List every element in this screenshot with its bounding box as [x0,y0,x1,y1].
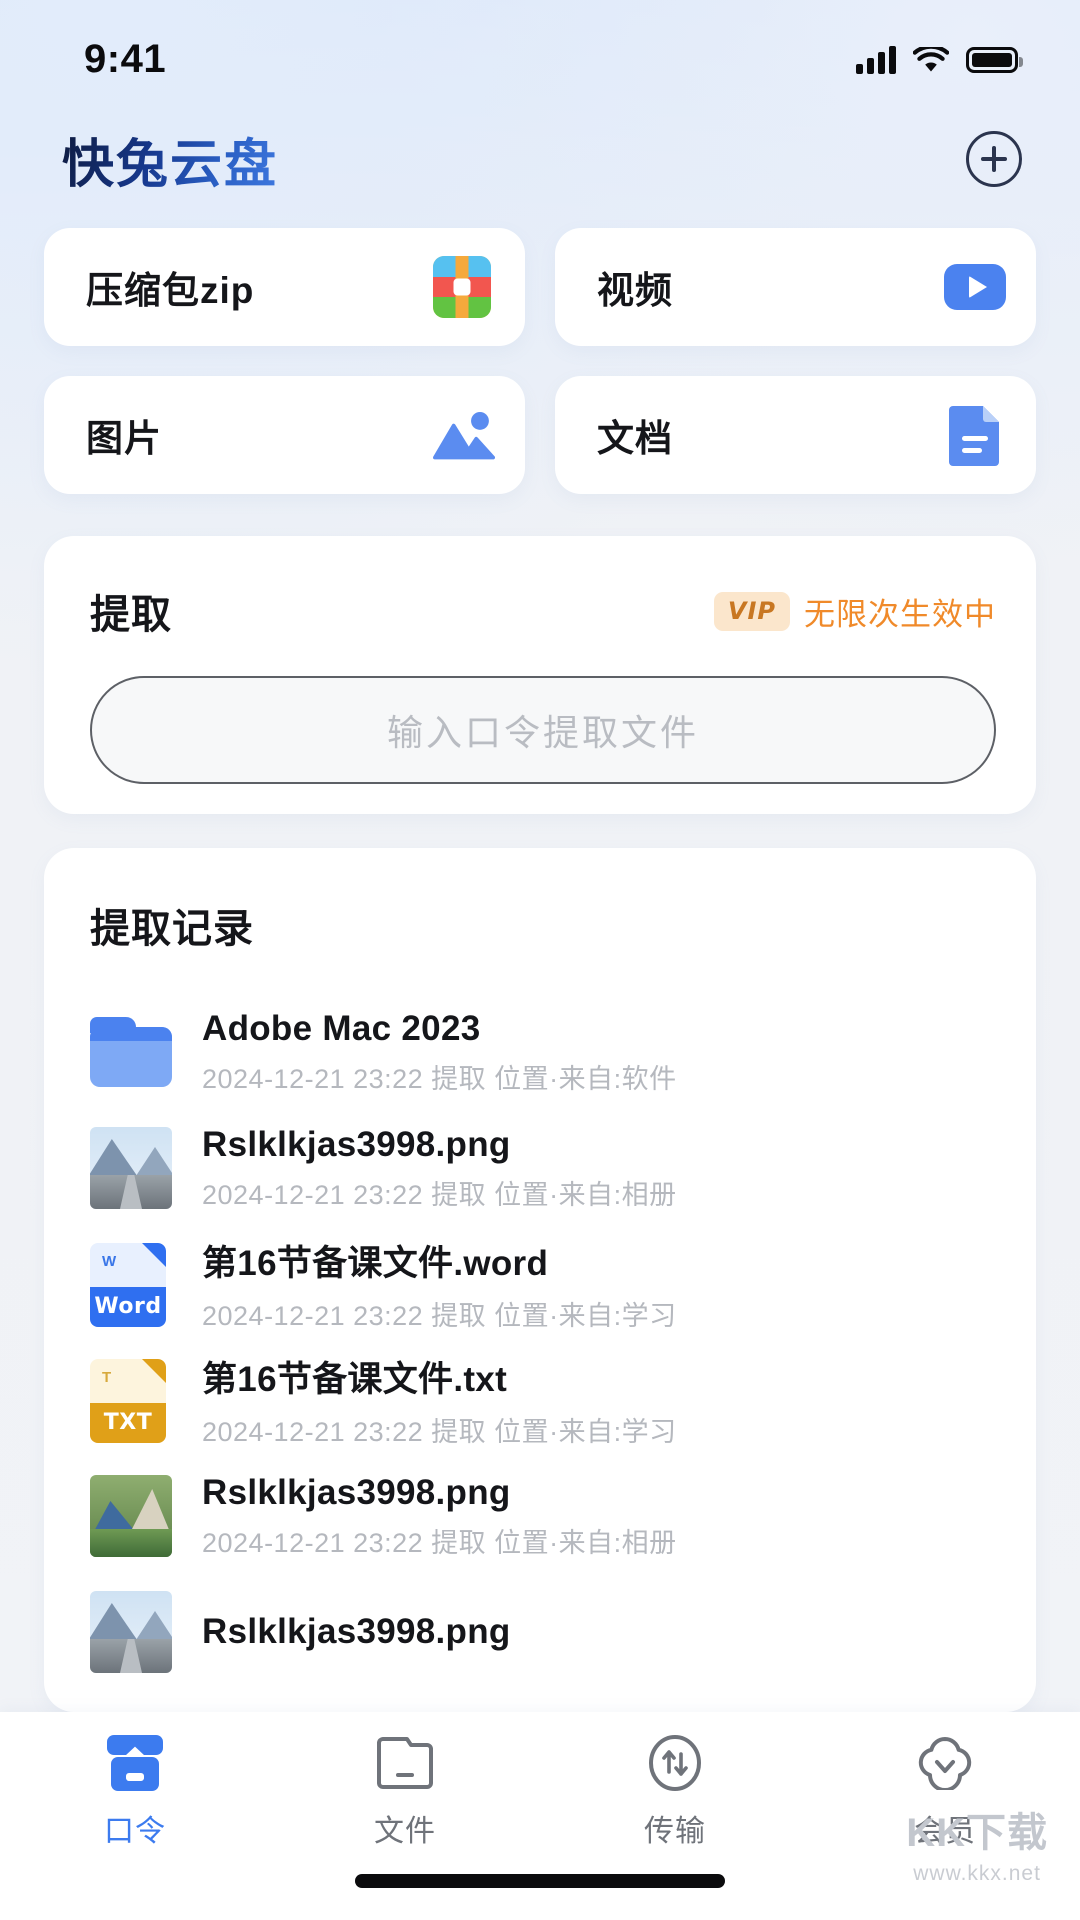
category-card-video[interactable]: 视频 [555,228,1036,346]
txt-file-icon: T TXT [90,1359,172,1443]
vip-status[interactable]: VIP 无限次生效中 [713,589,996,634]
tab-password[interactable]: 口令 [0,1734,270,1850]
battery-icon [966,47,1023,73]
list-item[interactable]: T TXT 第16节备课文件.txt 2024-12-21 23:22 提取 位… [90,1342,996,1458]
photo-thumbnail [90,1127,172,1209]
txt-mark: T [102,1369,112,1386]
word-mark: W [102,1253,117,1270]
word-file-icon: W Word [90,1243,172,1327]
list-item[interactable]: Rslklkjas3998.png 2024-12-21 23:22 提取 位置… [90,1458,996,1574]
records-card: 提取记录 Adobe Mac 2023 2024-12-21 23:22 提取 … [44,848,1036,1712]
image-picture-icon [433,404,495,466]
list-item[interactable]: Rslklkjas3998.png 2024-12-21 23:22 提取 位置… [90,1110,996,1226]
token-input[interactable]: 输入口令提取文件 [90,676,996,784]
record-meta: 2024-12-21 23:22 提取 位置·来自:学习 [202,1417,677,1447]
category-card-zip[interactable]: 压缩包zip [44,228,525,346]
plus-circle-icon[interactable] [966,131,1022,187]
category-card-document[interactable]: 文档 [555,376,1036,494]
home-indicator [355,1874,725,1888]
extract-title: 提取 [90,593,172,637]
record-meta: 2024-12-21 23:22 提取 位置·来自:相册 [202,1527,677,1558]
phone-screen: 9:41 快兔云盘 压缩包zip 视频 图片 文档 提取 VIP 无限次生效中 … [0,0,1080,1920]
status-bar: 9:41 [0,0,1080,110]
wifi-icon [913,46,949,74]
record-name: 第16节备课文件.txt [202,1360,508,1399]
category-grid: 压缩包zip 视频 图片 文档 [44,228,1036,494]
list-item[interactable]: Adobe Mac 2023 2024-12-21 23:22 提取 位置·来自… [90,994,996,1110]
tab-transfer[interactable]: 传输 [540,1734,810,1850]
record-name: Rslklkjas3998.png [202,1612,511,1651]
status-time: 9:41 [84,36,167,81]
tab-label: 口令 [104,1815,166,1848]
txt-badge-label: TXT [103,1410,153,1436]
video-play-icon [944,256,1006,318]
zip-archive-icon [433,256,495,318]
vip-status-text: 无限次生效中 [804,596,996,632]
records-list[interactable]: Adobe Mac 2023 2024-12-21 23:22 提取 位置·来自… [90,994,996,1690]
category-label: 压缩包zip [86,270,255,311]
app-header: 快兔云盘 [0,110,1080,208]
status-badge: VIP [713,591,790,631]
category-label: 视频 [597,270,673,311]
record-name: Rslklkjas3998.png [202,1472,511,1512]
category-label: 文档 [597,418,673,459]
transfer-arrows-icon [644,1734,706,1792]
status-indicators [856,46,1023,74]
category-card-image[interactable]: 图片 [44,376,525,494]
cloud-member-icon [914,1734,976,1792]
photo-thumbnail-alt [90,1475,172,1557]
photo-thumbnail [90,1591,172,1673]
bottom-tab-bar: 口令 文件 传输 会员 [0,1712,1080,1920]
token-input-placeholder: 输入口令提取文件 [386,712,699,753]
list-item[interactable]: W Word 第16节备课文件.word 2024-12-21 23:22 提取… [90,1226,996,1342]
password-box-icon [104,1734,166,1792]
tab-member[interactable]: 会员 [810,1734,1080,1850]
record-name: Rslklkjas3998.png [202,1124,511,1164]
tab-label: 文件 [374,1815,436,1848]
records-title: 提取记录 [90,907,254,951]
record-meta: 2024-12-21 23:22 提取 位置·来自:学习 [202,1301,677,1331]
extract-header: 提取 VIP 无限次生效中 [90,582,996,640]
category-label: 图片 [86,418,162,459]
record-name: 第16节备课文件.word [202,1244,549,1283]
record-meta: 2024-12-21 23:22 提取 位置·来自:相册 [202,1179,677,1210]
record-name: Adobe Mac 2023 [202,1008,481,1048]
page-title: 快兔云盘 [62,122,278,197]
extract-card: 提取 VIP 无限次生效中 输入口令提取文件 [44,536,1036,814]
tab-label: 传输 [644,1815,706,1848]
tab-label: 会员 [914,1815,976,1848]
tab-files[interactable]: 文件 [270,1734,540,1850]
record-meta: 2024-12-21 23:22 提取 位置·来自:软件 [202,1063,677,1094]
cellular-signal-icon [856,46,896,74]
document-file-icon [944,404,1006,466]
folder-outline-icon [374,1734,436,1792]
list-item[interactable]: Rslklkjas3998.png [90,1574,996,1690]
folder-icon [90,1011,172,1093]
word-badge-label: Word [94,1294,162,1320]
